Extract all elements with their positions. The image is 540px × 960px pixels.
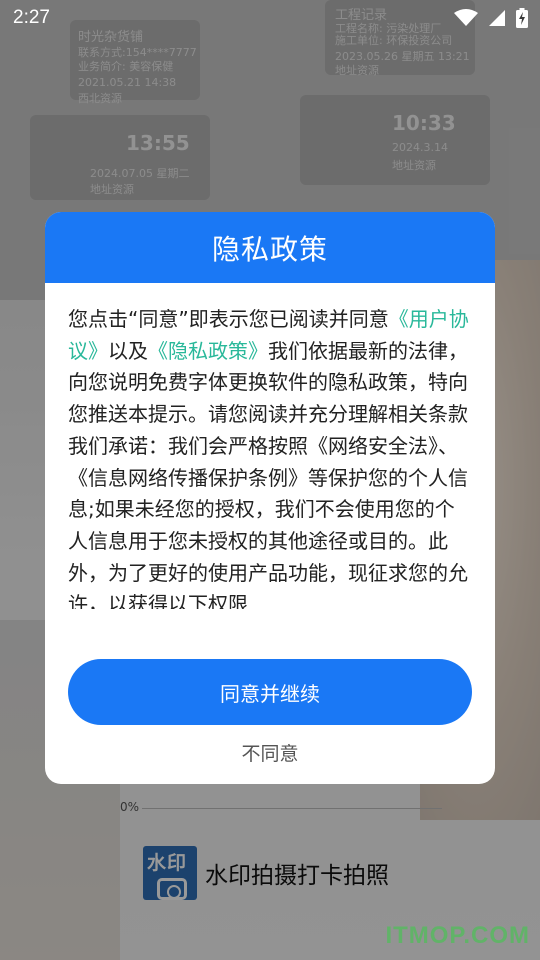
dialog-header: 隐私政策 [45, 212, 495, 283]
wifi-icon [454, 9, 478, 26]
privacy-text-part: 您点击“同意”即表示您已阅读并同意 [68, 307, 389, 331]
agree-continue-button[interactable]: 同意并继续 [68, 659, 472, 725]
status-bar: 2:27 [0, 0, 540, 36]
dialog-title: 隐私政策 [211, 232, 328, 266]
privacy-text: 您点击“同意”即表示您已阅读并同意《用户协议》以及《隐私政策》我们依据最新的法律… [68, 304, 474, 609]
status-time: 2:27 [13, 7, 50, 28]
site-watermark: ITMOP.COM [385, 922, 530, 949]
privacy-text-part: 我们依据最新的法律，向您说明免费字体更换软件的隐私政策，特向您推送本提示。请您阅… [68, 338, 468, 609]
privacy-policy-link[interactable]: 《隐私政策》 [148, 339, 268, 363]
privacy-text-scroll[interactable]: 您点击“同意”即表示您已阅读并同意《用户协议》以及《隐私政策》我们依据最新的法律… [68, 304, 474, 609]
privacy-text-part: 以及 [108, 338, 148, 363]
cell-signal-icon [489, 10, 505, 26]
status-icons [454, 8, 528, 28]
privacy-dialog: 隐私政策 您点击“同意”即表示您已阅读并同意《用户协议》以及《隐私政策》我们依据… [45, 212, 495, 784]
disagree-button[interactable]: 不同意 [45, 740, 495, 768]
battery-charging-icon [516, 8, 528, 28]
